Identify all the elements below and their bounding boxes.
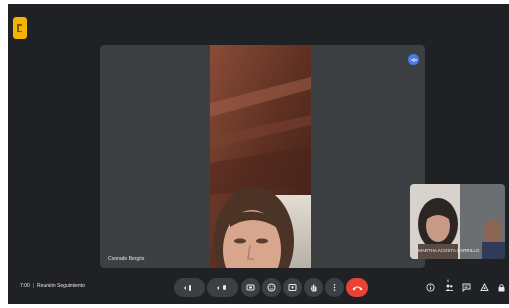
people-button[interactable]: 6: [444, 278, 454, 292]
emoji-icon: [267, 283, 276, 292]
end-call-button[interactable]: [346, 278, 368, 297]
microphone-button[interactable]: [207, 278, 238, 297]
meeting-time: 7:00: [20, 283, 30, 289]
emoji-button[interactable]: [262, 278, 281, 297]
camera-button[interactable]: [241, 278, 260, 297]
separator: |: [32, 283, 35, 289]
present-icon: [288, 284, 297, 291]
more-options-button[interactable]: [325, 278, 344, 297]
microphone-icon: [216, 284, 226, 290]
activities-button[interactable]: [479, 282, 489, 292]
participant-count-badge: 6: [447, 278, 450, 283]
captions-button[interactable]: [174, 278, 205, 297]
raise-hand-button[interactable]: [304, 278, 323, 297]
info-icon: [425, 282, 435, 292]
thumbnail-participant-name: MARTHA ACOSTA CARRILLO: [418, 248, 480, 253]
speaker-indicator-icon: [408, 54, 419, 65]
participant-name: Conrado Bergós: [108, 256, 145, 262]
end-call-icon: [352, 286, 362, 290]
activities-icon: [479, 282, 489, 291]
app-icon[interactable]: [13, 17, 27, 39]
chat-button[interactable]: [461, 282, 471, 292]
lock-icon: [498, 283, 504, 291]
meeting-info: 7:00 | Reunión Seguimiento: [20, 283, 85, 289]
people-icon: [445, 284, 453, 291]
meet-window: Conrado Bergós MARTHA ACOSTA CARRILLO 7:…: [8, 4, 509, 304]
camera-icon: [246, 284, 255, 291]
control-bar: 7:00 | Reunión Seguimiento 6: [8, 270, 509, 304]
participant-video: [210, 45, 311, 268]
more-options-icon: [333, 284, 336, 291]
main-participant-tile[interactable]: Conrado Bergós: [100, 45, 425, 268]
raise-hand-icon: [310, 284, 317, 292]
captions-icon: [183, 284, 191, 291]
meeting-details-button[interactable]: [425, 282, 435, 292]
thumbnail-participant-tile[interactable]: MARTHA ACOSTA CARRILLO: [410, 184, 505, 259]
present-button[interactable]: [283, 278, 302, 297]
chat-icon: [462, 283, 470, 292]
host-controls-button[interactable]: [496, 282, 506, 292]
meeting-title: Reunión Seguimiento: [37, 283, 85, 289]
